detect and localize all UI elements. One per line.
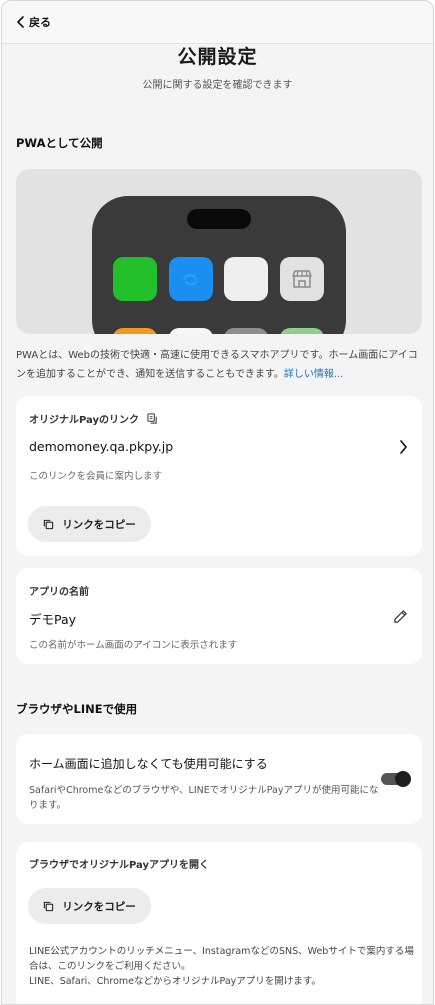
- app-name-label: アプリの名前: [29, 587, 89, 598]
- app-name-note: この名前がホーム画面のアイコンに表示されます: [29, 640, 238, 651]
- open-in-browser-note: LINE公式アカウントのリッチメニュー、InstagramなどのSNS、Webサ…: [29, 944, 414, 989]
- chevron-right-icon[interactable]: [399, 440, 408, 454]
- copy-browser-link-button-label: リンクをコピー: [62, 900, 136, 913]
- page-subtitle: 公開に関する設定を確認できます: [142, 80, 293, 91]
- white-app-icon: [169, 328, 213, 334]
- chevron-left-icon: [17, 16, 24, 28]
- copy-link-button-label: リンクをコピー: [62, 518, 136, 531]
- pay-link-card: オリジナルPayのリンク demomoney.qa.pkpy.jp このリンクを…: [16, 396, 422, 556]
- top-bar: 戻る: [2, 1, 433, 44]
- pwa-description-text: PWAとは、Webの技術で快適・高速に使用できるスマホアプリです。ホーム画面にア…: [16, 350, 418, 380]
- open-in-browser-label: ブラウザでオリジナルPayアプリを開く: [29, 860, 210, 871]
- copy-icon: [44, 901, 54, 911]
- pwa-description: PWAとは、Webの技術で快適・高速に使用できるスマホアプリです。ホーム画面にア…: [16, 346, 421, 384]
- phone-mockup: [92, 196, 346, 334]
- more-info-link[interactable]: 詳しい情報...: [284, 369, 344, 380]
- page-title: 公開設定: [177, 46, 258, 68]
- browser-usage-title: ホーム画面に追加しなくても使用可能にする: [29, 757, 268, 771]
- copy-link-icon[interactable]: [147, 413, 158, 424]
- pay-link-url[interactable]: demomoney.qa.pkpy.jp: [29, 439, 173, 454]
- open-in-browser-card: ブラウザでオリジナルPayアプリを開く リンクをコピー LINE公式アカウントの…: [16, 842, 422, 1004]
- open-in-browser-note-1: LINE公式アカウントのリッチメニュー、InstagramなどのSNS、Webサ…: [29, 946, 414, 972]
- copy-browser-link-button[interactable]: リンクをコピー: [28, 888, 151, 924]
- green-app-icon: [113, 257, 157, 301]
- browser-usage-toggle[interactable]: [381, 771, 411, 787]
- back-label: 戻る: [29, 16, 51, 29]
- storefront-icon: [292, 270, 312, 288]
- app-frame: 戻る 公開設定 公開に関する設定を確認できます PWAとして公開 PWAとは、W…: [1, 0, 434, 1005]
- back-button[interactable]: 戻る: [16, 14, 51, 30]
- browser-usage-card: ホーム画面に追加しなくても使用可能にする SafariやChromeなどのブラウ…: [16, 734, 422, 824]
- phone-notch: [187, 209, 251, 229]
- pencil-icon[interactable]: [393, 609, 408, 624]
- copy-link-button[interactable]: リンクをコピー: [28, 506, 151, 542]
- section-heading-pwa: PWAとして公開: [16, 136, 103, 150]
- phone-preview: [16, 169, 422, 334]
- orange-app-icon: [113, 328, 157, 334]
- swirl-icon: [183, 274, 197, 286]
- section-heading-browser: ブラウザやLINEで使用: [16, 702, 138, 716]
- toggle-knob: [395, 771, 411, 787]
- browser-usage-note: SafariやChromeなどのブラウザや、LINEでオリジナルPayアプリが使…: [29, 785, 379, 811]
- gray-app-icon: [224, 328, 268, 334]
- lightgreen-app-icon: [280, 328, 324, 334]
- pay-link-label-text: オリジナルPayのリンク: [29, 415, 140, 426]
- blue-app-icon: [169, 257, 213, 301]
- app-name-value: デモPay: [29, 612, 77, 627]
- copy-icon: [44, 519, 54, 529]
- pay-link-label: オリジナルPayのリンク: [29, 411, 158, 426]
- blank-app-icon: [224, 257, 268, 301]
- pay-link-note: このリンクを会員に案内します: [29, 471, 163, 482]
- app-name-card: アプリの名前 デモPay この名前がホーム画面のアイコンに表示されます: [16, 568, 422, 664]
- open-in-browser-note-2: LINE、Safari、ChromeなどからオリジナルPayアプリを開けます。: [29, 976, 321, 987]
- store-app-icon: [280, 257, 324, 301]
